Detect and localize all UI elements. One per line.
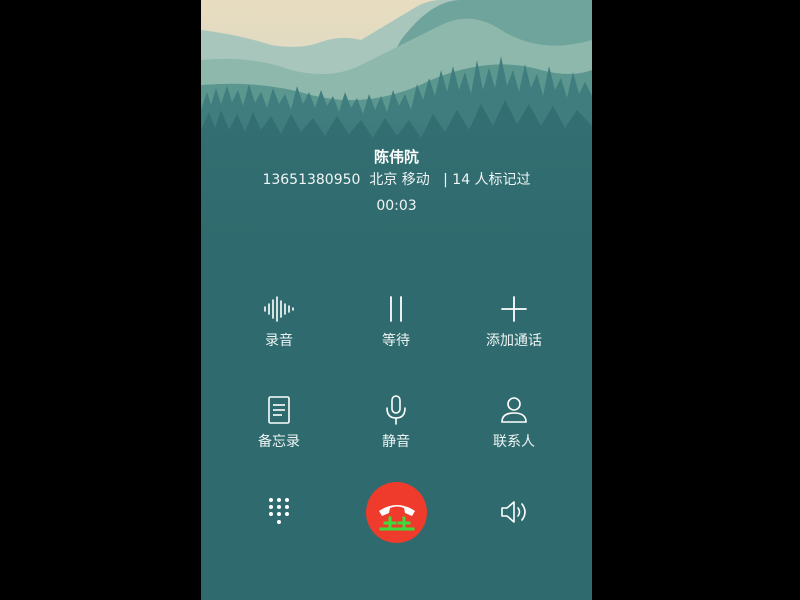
caller-name: 陈伟阬 <box>373 148 419 166</box>
speaker-icon <box>501 501 526 523</box>
contacts-label: 联系人 <box>493 434 535 450</box>
record-button[interactable]: 录音 <box>224 294 334 350</box>
caller-info-block: 陈伟阬 13651380950 北京 移动 | 14 人标记过 00:03 <box>201 146 592 218</box>
contacts-button[interactable]: 联系人 <box>459 395 569 451</box>
caller-number-location: 13651380950 北京 移动 | 14 人标记过 <box>262 172 531 188</box>
dialpad-button[interactable] <box>263 494 295 530</box>
hold-button[interactable]: 等待 <box>341 294 451 350</box>
note-icon <box>224 395 334 425</box>
hangup-button[interactable] <box>366 482 427 543</box>
hangup-phone-icon <box>378 504 415 530</box>
memo-label: 备忘录 <box>258 434 300 450</box>
hold-label: 等待 <box>382 333 410 349</box>
add-call-button[interactable]: 添加通话 <box>459 294 569 350</box>
dialpad-icon <box>269 498 289 524</box>
mute-label: 静音 <box>382 434 410 450</box>
waveform-icon <box>224 294 334 324</box>
add-call-label: 添加通话 <box>486 333 542 349</box>
record-label: 录音 <box>265 333 293 349</box>
person-icon <box>459 395 569 425</box>
call-screen: 陈伟阬 13651380950 北京 移动 | 14 人标记过 00:03 录音 <box>201 0 592 600</box>
speaker-button[interactable] <box>498 497 532 527</box>
microphone-icon <box>341 395 451 425</box>
memo-button[interactable]: 备忘录 <box>224 395 334 451</box>
plus-icon <box>459 294 569 324</box>
pause-icon <box>341 294 451 324</box>
call-duration: 00:03 <box>376 198 417 214</box>
mute-button[interactable]: 静音 <box>341 395 451 451</box>
